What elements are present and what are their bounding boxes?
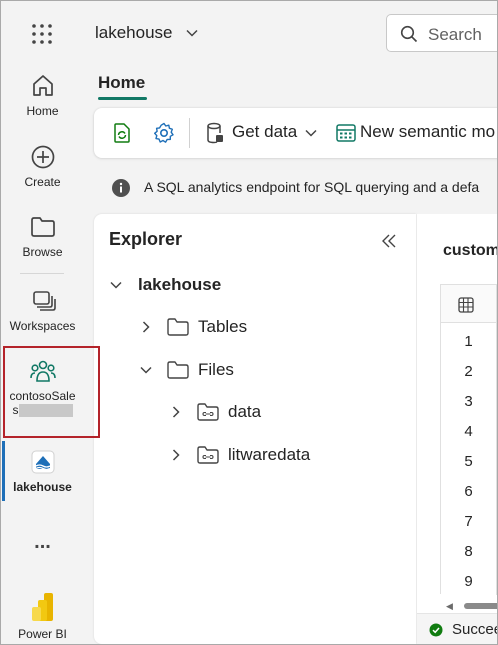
tab-home[interactable]: Home xyxy=(98,73,145,93)
rail-item-workspaces[interactable]: Workspaces xyxy=(2,287,83,333)
tree-label-data: data xyxy=(228,402,262,421)
search-icon xyxy=(400,25,418,43)
search-placeholder: Search xyxy=(428,25,482,44)
rail-label-create: Create xyxy=(24,175,61,189)
info-banner: A SQL analytics endpoint for SQL queryin… xyxy=(94,168,497,206)
tab-customers[interactable]: custom xyxy=(443,242,497,260)
collapse-double-chevron-icon[interactable] xyxy=(380,232,398,250)
folder-icon xyxy=(30,217,55,237)
shortcut-folder-icon xyxy=(197,403,219,421)
explorer-panel: Explorer lakehouse Tables Files data lit… xyxy=(94,214,416,644)
scroll-left-arrow-icon[interactable]: ◀ xyxy=(446,601,453,612)
row-number: 7 xyxy=(464,513,473,530)
chevron-down-icon[interactable] xyxy=(304,126,318,140)
tree-label-tables: Tables xyxy=(198,317,248,336)
plus-circle-icon xyxy=(31,145,54,169)
rail-label-contososales-1: contosoSale xyxy=(9,389,76,403)
success-check-icon xyxy=(429,623,443,637)
new-semantic-model-button[interactable]: New semantic mo xyxy=(360,122,495,142)
tree-item-lakehouse[interactable]: lakehouse xyxy=(109,271,409,301)
chevron-right-icon[interactable] xyxy=(169,448,183,462)
database-icon xyxy=(207,122,223,144)
folder-icon xyxy=(167,318,189,336)
data-grid: 1 2 3 4 5 6 7 8 9 xyxy=(440,284,497,595)
top-bar: lakehouse Search xyxy=(83,2,497,62)
semantic-model-icon xyxy=(336,124,356,142)
row-number: 9 xyxy=(464,573,473,590)
chevron-right-icon[interactable] xyxy=(169,405,183,419)
redacted-block xyxy=(18,404,73,418)
row-number: 2 xyxy=(464,363,473,380)
more-button[interactable]: ... xyxy=(2,531,83,554)
rail-label-home: Home xyxy=(26,104,59,118)
settings-gear-icon[interactable] xyxy=(152,121,176,145)
explorer-title: Explorer xyxy=(109,229,183,249)
rail-item-home[interactable]: Home xyxy=(2,72,83,118)
home-icon xyxy=(32,75,53,96)
horizontal-scrollbar[interactable]: ◀ xyxy=(422,600,497,612)
rail-label-workspaces: Workspaces xyxy=(9,319,76,333)
row-number: 6 xyxy=(464,483,473,500)
ribbon-toolbar: Get data New semantic mo xyxy=(94,108,497,158)
tree-label-litwaredata: litwaredata xyxy=(228,445,311,464)
tree-item-data[interactable]: data xyxy=(169,398,409,428)
status-text: Succee xyxy=(452,621,498,638)
get-data-button[interactable]: Get data xyxy=(232,122,297,142)
search-box[interactable]: Search xyxy=(386,14,497,52)
preview-pane: custom 1 2 3 4 5 6 7 8 9 ◀ xyxy=(417,214,497,644)
lakehouse-icon xyxy=(31,450,54,474)
powerbi-icon xyxy=(31,593,53,621)
scrollbar-thumb[interactable] xyxy=(464,603,497,609)
row-number: 8 xyxy=(464,543,473,560)
workspaces-icon xyxy=(32,291,56,311)
rail-item-browse[interactable]: Browse xyxy=(2,213,83,259)
app-frame: Home Create Browse Workspaces contosoSal… xyxy=(0,0,498,645)
rail-label-browse: Browse xyxy=(22,245,63,259)
rail-item-lakehouse[interactable]: lakehouse xyxy=(2,448,83,494)
tree-label-lakehouse: lakehouse xyxy=(138,275,222,294)
info-icon xyxy=(112,179,130,197)
toolbar-divider xyxy=(189,118,190,148)
rail-label-lakehouse: lakehouse xyxy=(13,480,72,494)
tree-label-files: Files xyxy=(198,360,234,379)
rail-item-contososales[interactable]: contosoSale s xyxy=(2,357,83,418)
chevron-down-icon[interactable] xyxy=(185,26,199,40)
people-icon xyxy=(29,360,56,382)
tree-item-tables[interactable]: Tables xyxy=(139,313,409,343)
rail-item-powerbi[interactable]: Power BI xyxy=(2,591,83,641)
chevron-down-icon[interactable] xyxy=(109,278,123,292)
rail-divider xyxy=(20,273,64,274)
workspace-title[interactable]: lakehouse xyxy=(95,23,173,43)
chevron-right-icon[interactable] xyxy=(139,320,153,334)
rail-label-powerbi: Power BI xyxy=(18,627,67,641)
chevron-down-icon[interactable] xyxy=(139,363,153,377)
table-grid-icon[interactable] xyxy=(458,297,474,313)
status-bar: Succee xyxy=(417,613,498,644)
tab-home-underline xyxy=(98,97,147,100)
tree-item-files[interactable]: Files xyxy=(139,356,409,386)
shortcut-folder-icon xyxy=(197,446,219,464)
row-number: 1 xyxy=(464,333,473,350)
row-number: 5 xyxy=(464,453,473,470)
tree-item-litwaredata[interactable]: litwaredata xyxy=(169,441,409,471)
folder-icon xyxy=(167,361,189,379)
grid-header xyxy=(441,285,497,323)
grid-column-divider xyxy=(496,285,497,595)
row-number: 3 xyxy=(464,393,473,410)
row-number: 4 xyxy=(464,423,473,440)
app-launcher-icon[interactable] xyxy=(30,22,54,46)
rail-item-create[interactable]: Create xyxy=(2,143,83,189)
info-message: A SQL analytics endpoint for SQL queryin… xyxy=(144,179,480,195)
refresh-icon[interactable] xyxy=(110,121,134,145)
